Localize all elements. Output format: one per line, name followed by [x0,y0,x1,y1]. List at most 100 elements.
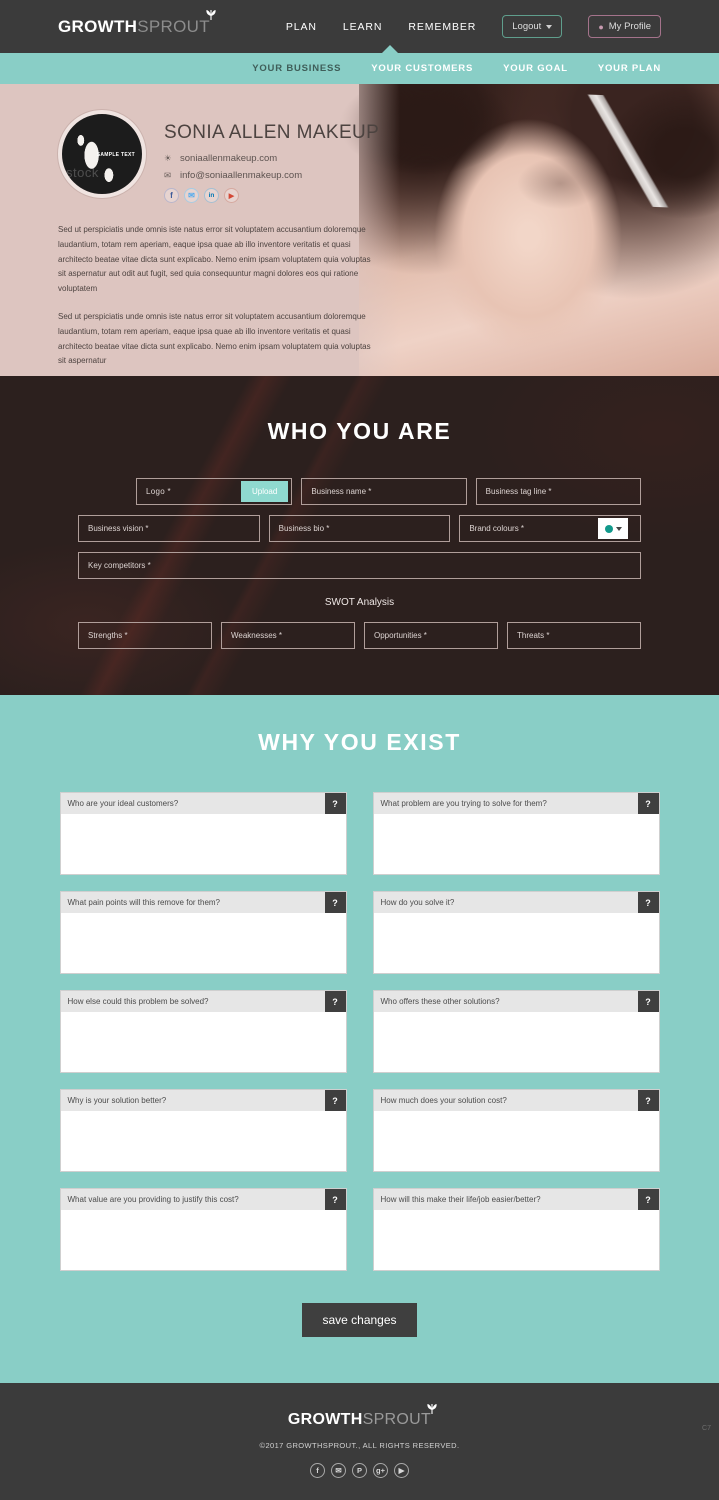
threats-field[interactable]: Threats * [507,622,641,649]
help-icon[interactable]: ? [637,892,659,913]
upload-button[interactable]: Upload [240,481,289,502]
googleplus-icon[interactable]: g+ [373,1463,388,1478]
question-card-header: How else could this problem be solved? ? [60,991,346,1012]
logo-field-label: Logo * [146,487,171,496]
twitter-icon[interactable]: ✉ [331,1463,346,1478]
subnav-item-your-goal[interactable]: YOUR GOAL [503,63,568,74]
brand-colour-picker[interactable] [598,518,629,539]
question-label: How do you solve it? [380,898,455,907]
strengths-field[interactable]: Strengths * [78,622,212,649]
nav-link-learn[interactable]: LEARN [343,21,383,33]
question-label: Who offers these other solutions? [380,997,500,1006]
answer-textarea[interactable] [373,1012,659,1072]
footer-social-links: f ✉ P g+ ▶ [0,1463,719,1478]
page-title: SONIA ALLEN MAKEUP [164,122,380,143]
nav-link-plan[interactable]: PLAN [286,21,317,33]
threats-label: Threats * [517,631,550,640]
form-row-3: Key competitors * [78,552,641,579]
help-icon[interactable]: ? [324,991,346,1012]
question-card: Who are your ideal customers? ? [59,792,347,875]
question-card: What problem are you trying to solve for… [372,792,660,875]
subnav-item-your-business[interactable]: YOUR BUSINESS [252,63,341,74]
chevron-down-icon [615,526,622,531]
profile-social-links: f ✉ in ▶ [164,188,379,203]
weaknesses-field[interactable]: Weaknesses * [221,622,355,649]
my-profile-button[interactable]: ● My Profile [588,15,661,38]
answer-textarea[interactable] [60,1210,346,1270]
why-you-exist-section: WHY YOU EXIST Who are your ideal custome… [0,695,719,1383]
who-you-are-form: Logo * Upload Business name * Business t… [78,478,642,649]
email-row: ✉ info@soniaallenmakeup.com [164,170,379,181]
logout-button[interactable]: Logout [502,15,563,38]
answer-textarea[interactable] [373,814,659,874]
key-competitors-label: Key competitors * [88,561,151,570]
help-icon[interactable]: ? [637,991,659,1012]
sub-navigation-bar: YOUR BUSINESS YOUR CUSTOMERS YOUR GOAL Y… [0,45,719,84]
top-navigation-bar: GROWTHSPROUT PLAN LEARN REMEMBER Logout … [0,0,719,53]
twitter-icon[interactable]: ✉ [184,188,199,203]
answer-textarea[interactable] [60,814,346,874]
answer-textarea[interactable] [373,1111,659,1171]
business-vision-field[interactable]: Business vision * [78,515,260,542]
business-tag-line-label: Business tag line * [485,487,552,496]
question-card-grid: Who are your ideal customers? ? What pro… [59,792,660,1271]
subnav-item-your-customers[interactable]: YOUR CUSTOMERS [371,63,473,74]
envelope-icon: ✉ [164,170,172,180]
help-icon[interactable]: ? [324,1189,346,1210]
nav-link-remember[interactable]: REMEMBER [408,21,476,33]
logo-field[interactable]: Logo * Upload [136,478,293,505]
question-label: Why is your solution better? [67,1096,167,1105]
footer-logo[interactable]: GROWTHSPROUT [288,1404,437,1429]
youtube-icon[interactable]: ▶ [224,188,239,203]
question-label: How much does your solution cost? [380,1096,507,1105]
answer-textarea[interactable] [373,1210,659,1270]
facebook-icon[interactable]: f [164,188,179,203]
page-root: GROWTHSPROUT PLAN LEARN REMEMBER Logout … [0,0,719,1500]
question-card-header: Who are your ideal customers? ? [60,793,346,814]
question-card: How will this make their life/job easier… [372,1188,660,1271]
help-icon[interactable]: ? [324,1090,346,1111]
business-bio-field[interactable]: Business bio * [268,515,451,542]
email-value: info@soniaallenmakeup.com [180,170,303,181]
help-icon[interactable]: ? [324,892,346,913]
site-footer: GROWTHSPROUT ©2017 GROWTHSPROUT., ALL RI… [0,1383,719,1500]
site-logo[interactable]: GROWTHSPROUT [58,9,216,37]
question-card: How else could this problem be solved? ? [59,990,347,1073]
facebook-icon[interactable]: f [310,1463,325,1478]
question-label: What problem are you trying to solve for… [380,799,547,808]
help-icon[interactable]: ? [637,793,659,814]
answer-textarea[interactable] [373,913,659,973]
help-icon[interactable]: ? [324,793,346,814]
question-card: Why is your solution better? ? [59,1089,347,1172]
subnav-item-your-plan[interactable]: YOUR PLAN [598,63,661,74]
key-competitors-field[interactable]: Key competitors * [78,552,641,579]
save-changes-button[interactable]: save changes [302,1303,417,1337]
save-changes-container: save changes [0,1303,719,1337]
pinterest-icon[interactable]: P [352,1463,367,1478]
help-icon[interactable]: ? [637,1090,659,1111]
question-card: How do you solve it? ? [372,891,660,974]
avatar-sample-text: SAMPLE TEXT [96,152,135,158]
answer-textarea[interactable] [60,1012,346,1072]
question-card-header: How much does your solution cost? ? [373,1090,659,1111]
why-you-exist-heading: WHY YOU EXIST [258,729,461,755]
help-icon[interactable]: ? [637,1189,659,1210]
footer-logo-light: SPROUT [362,1411,432,1428]
business-name-label: Business name * [311,487,372,496]
profile-hero-section: SAMPLE TEXT stock SONIA ALLEN MAKEUP ☀ s… [0,84,719,376]
answer-textarea[interactable] [60,913,346,973]
my-profile-label: My Profile [608,21,651,32]
brand-colours-label: Brand colours * [469,524,525,533]
business-bio-label: Business bio * [278,524,330,533]
active-nav-pointer-icon [381,45,399,54]
business-name-field[interactable]: Business name * [301,478,467,505]
youtube-icon[interactable]: ▶ [394,1463,409,1478]
linkedin-icon[interactable]: in [204,188,219,203]
opportunities-field[interactable]: Opportunities * [364,622,498,649]
question-card-header: What pain points will this remove for th… [60,892,346,913]
business-tag-line-field[interactable]: Business tag line * [475,478,641,505]
brand-colours-field[interactable]: Brand colours * [459,515,642,542]
profile-description: Sed ut perspiciatis unde omnis iste natu… [58,223,380,369]
question-card-header: Who offers these other solutions? ? [373,991,659,1012]
answer-textarea[interactable] [60,1111,346,1171]
